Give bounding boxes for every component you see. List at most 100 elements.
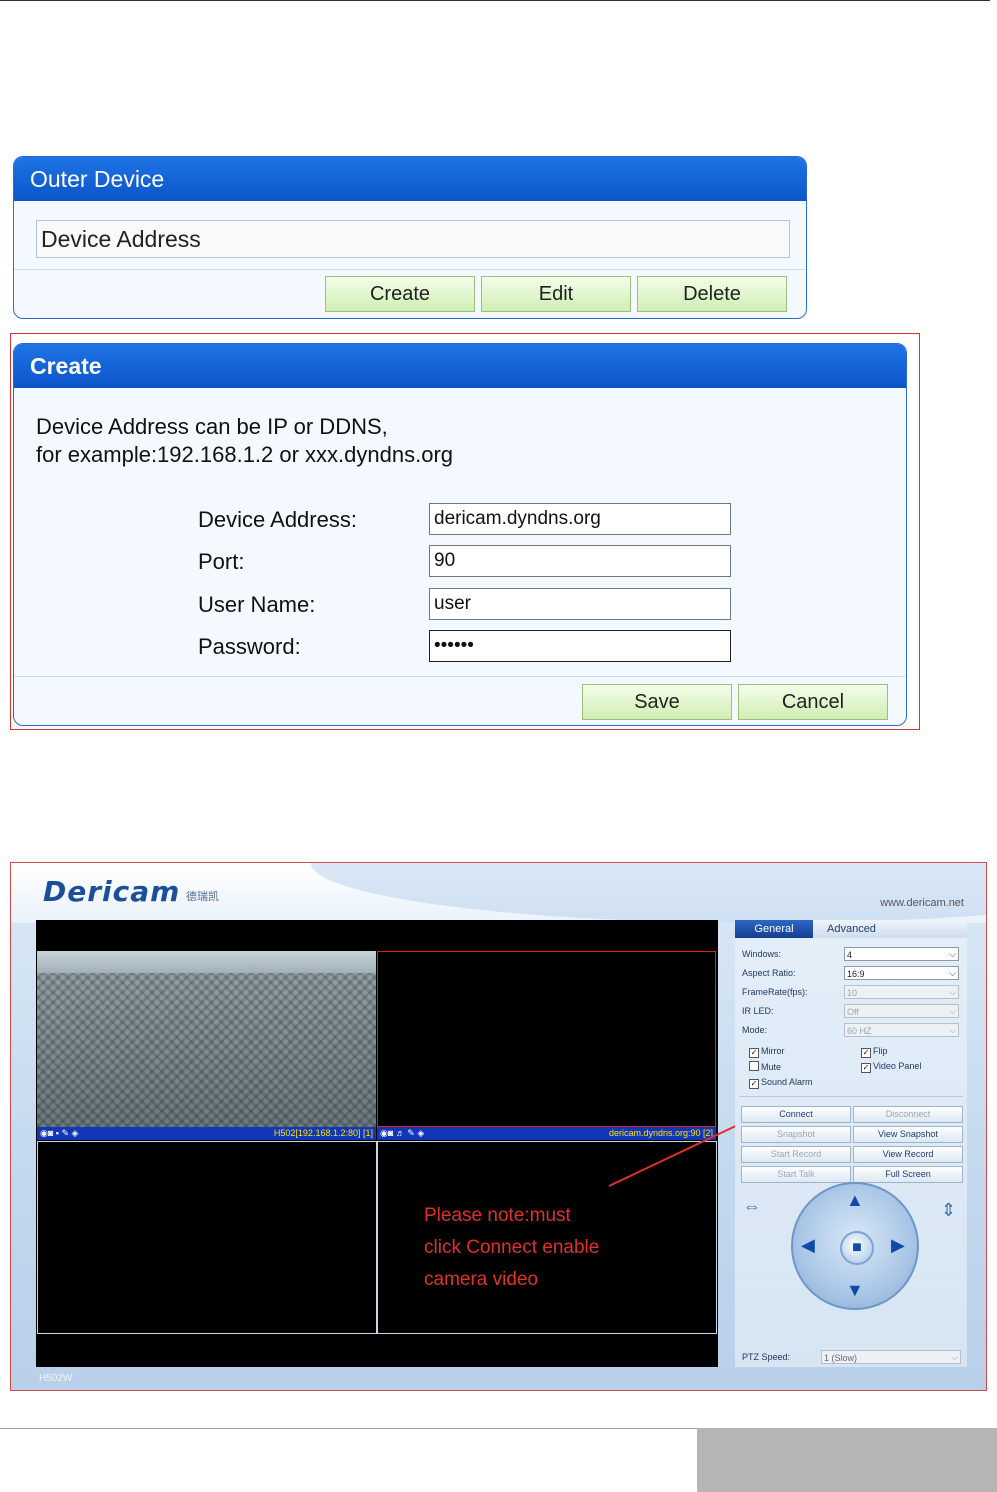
framerate-value: 10 xyxy=(847,988,858,998)
windows-label: Windows: xyxy=(742,949,782,959)
delete-button[interactable]: Delete xyxy=(637,276,787,312)
mirror-checkbox[interactable]: ✓ Mirror xyxy=(749,1046,785,1058)
password-input[interactable]: •••••• xyxy=(429,630,731,662)
website-link[interactable]: www.dericam.net xyxy=(880,897,964,909)
user-name-input[interactable]: user xyxy=(429,588,731,620)
video-cell-3[interactable] xyxy=(37,1141,377,1334)
horizontal-patrol-icon[interactable]: ⇔ xyxy=(743,1196,761,1217)
mute-checkbox[interactable]: Mute xyxy=(749,1061,781,1072)
sound-alarm-label: Sound Alarm xyxy=(761,1077,813,1087)
port-label: Port: xyxy=(198,549,245,574)
password-label: Password: xyxy=(198,634,301,659)
mode-select[interactable]: 60 HZ ⌵ xyxy=(844,1023,959,1037)
chevron-down-icon: ⌵ xyxy=(949,1025,956,1035)
control-panel: General Advanced Windows: 4 ⌵ Aspect Rati… xyxy=(735,920,967,1367)
ptz-stop-button[interactable]: ■ xyxy=(840,1231,874,1265)
empty-checkbox-icon xyxy=(749,1061,759,1071)
ptz-control-pad: ▲ ▼ ◀ ▶ ■ xyxy=(791,1182,919,1310)
model-label: H502W xyxy=(39,1373,73,1384)
chevron-down-icon: ⌵ xyxy=(949,1006,956,1016)
note-line2: click Connect enable xyxy=(424,1237,600,1258)
checkmark-icon: ✓ xyxy=(861,1063,871,1073)
video-panel-checkbox[interactable]: ✓ Video Panel xyxy=(861,1061,921,1073)
top-rule xyxy=(0,0,990,1)
divider xyxy=(14,676,906,677)
ptz-speed-select[interactable]: 1 (Slow) ⌵ xyxy=(821,1350,961,1364)
ir-led-label: IR LED: xyxy=(742,1006,774,1016)
windows-value: 4 xyxy=(847,950,853,960)
divider xyxy=(14,269,806,270)
vertical-patrol-icon[interactable]: ⇕ xyxy=(941,1200,956,1221)
camera-image xyxy=(37,973,376,1127)
camera-image xyxy=(37,951,376,973)
chevron-down-icon: ⌵ xyxy=(949,968,956,978)
cancel-button[interactable]: Cancel xyxy=(738,684,888,720)
video-panel-label: Video Panel xyxy=(873,1061,922,1071)
mute-label: Mute xyxy=(761,1062,782,1072)
dericam-logo: Dericam xyxy=(43,875,181,908)
windows-select[interactable]: 4 ⌵ xyxy=(844,947,959,961)
info-text-line2: for example:192.168.1.2 or xxx.dyndns.or… xyxy=(36,442,454,467)
port-input[interactable]: 90 xyxy=(429,545,731,577)
outer-device-panel: Outer Device Device Address Create Edit … xyxy=(13,156,807,319)
chevron-down-icon: ⌵ xyxy=(951,1352,958,1362)
start-record-button[interactable]: Start Record xyxy=(741,1146,851,1163)
ptz-speed-value: 1 (Slow) xyxy=(824,1353,858,1363)
device-address-label: Device Address: xyxy=(198,507,357,532)
aspect-ratio-value: 16:9 xyxy=(847,969,865,979)
aspect-ratio-label: Aspect Ratio: xyxy=(742,968,796,978)
snapshot-button[interactable]: Snapshot xyxy=(741,1126,851,1143)
sound-alarm-checkbox[interactable]: ✓ Sound Alarm xyxy=(749,1077,813,1089)
video-cell-1[interactable] xyxy=(37,951,376,1127)
tab-advanced[interactable]: Advanced xyxy=(813,920,967,938)
annotation-note: Please note:must click Connect enable ca… xyxy=(424,1200,599,1296)
pan-up-arrow-icon[interactable]: ▲ xyxy=(846,1190,864,1211)
camera-control-icons[interactable]: ◉◙ ▪ ✎ ◈ xyxy=(37,1128,78,1138)
pan-down-arrow-icon[interactable]: ▼ xyxy=(846,1280,864,1301)
aspect-ratio-select[interactable]: 16:9 ⌵ xyxy=(844,966,959,980)
create-dialog: Create Device Address can be IP or DDNS,… xyxy=(13,343,907,726)
checkmark-icon: ✓ xyxy=(749,1048,759,1058)
full-screen-button[interactable]: Full Screen xyxy=(853,1166,963,1183)
ir-led-value: Off xyxy=(847,1007,859,1017)
divider xyxy=(739,1096,963,1097)
device-address-input[interactable]: dericam.dyndns.org xyxy=(429,503,731,535)
pan-right-arrow-icon[interactable]: ▶ xyxy=(891,1235,905,1256)
create-button[interactable]: Create xyxy=(325,276,475,312)
ptz-speed-label: PTZ Speed: xyxy=(742,1352,791,1362)
mode-value: 60 HZ xyxy=(847,1026,872,1036)
dericam-app-window: Dericam 德瑞凯 www.dericam.net ◉◙ ▪ ✎ ◈ H50… xyxy=(10,862,987,1391)
view-record-button[interactable]: View Record xyxy=(853,1146,963,1163)
framerate-label: FrameRate(fps): xyxy=(742,987,808,997)
chevron-down-icon: ⌵ xyxy=(949,949,956,959)
connect-button[interactable]: Connect xyxy=(741,1106,851,1123)
flip-label: Flip xyxy=(873,1046,888,1056)
header-decoration xyxy=(311,863,986,923)
note-line1: Please note:must xyxy=(424,1205,571,1226)
device-address-list-item[interactable]: Device Address xyxy=(36,220,790,258)
checkmark-icon: ✓ xyxy=(861,1048,871,1058)
view-snapshot-button[interactable]: View Snapshot xyxy=(853,1126,963,1143)
disconnect-button[interactable]: Disconnect xyxy=(853,1106,963,1123)
checkmark-icon: ✓ xyxy=(749,1079,759,1089)
camera-control-icons[interactable]: ◉◙ ♬ ✎ ◈ xyxy=(377,1128,424,1138)
info-text-line1: Device Address can be IP or DDNS, xyxy=(36,414,388,439)
footer-gray-block xyxy=(697,1428,997,1492)
flip-checkbox[interactable]: ✓ Flip xyxy=(861,1046,888,1058)
note-line3: camera video xyxy=(424,1269,539,1290)
start-talk-button[interactable]: Start Talk xyxy=(741,1166,851,1183)
outer-device-title: Outer Device xyxy=(14,157,806,201)
user-name-label: User Name: xyxy=(198,592,316,617)
save-button[interactable]: Save xyxy=(582,684,732,720)
mode-label: Mode: xyxy=(742,1025,768,1035)
logo-subtitle: 德瑞凯 xyxy=(186,891,219,903)
tab-general[interactable]: General xyxy=(735,920,813,938)
ir-led-select[interactable]: Off ⌵ xyxy=(844,1004,959,1018)
framerate-select[interactable]: 10 ⌵ xyxy=(844,985,959,999)
mirror-label: Mirror xyxy=(761,1046,785,1056)
chevron-down-icon: ⌵ xyxy=(949,987,956,997)
edit-button[interactable]: Edit xyxy=(481,276,631,312)
video-status-bar-1: ◉◙ ▪ ✎ ◈ H502[192.168.1.2:80] [1] xyxy=(37,1127,376,1140)
camera-1-label: H502[192.168.1.2:80] [1] xyxy=(273,1128,373,1138)
pan-left-arrow-icon[interactable]: ◀ xyxy=(801,1235,815,1256)
